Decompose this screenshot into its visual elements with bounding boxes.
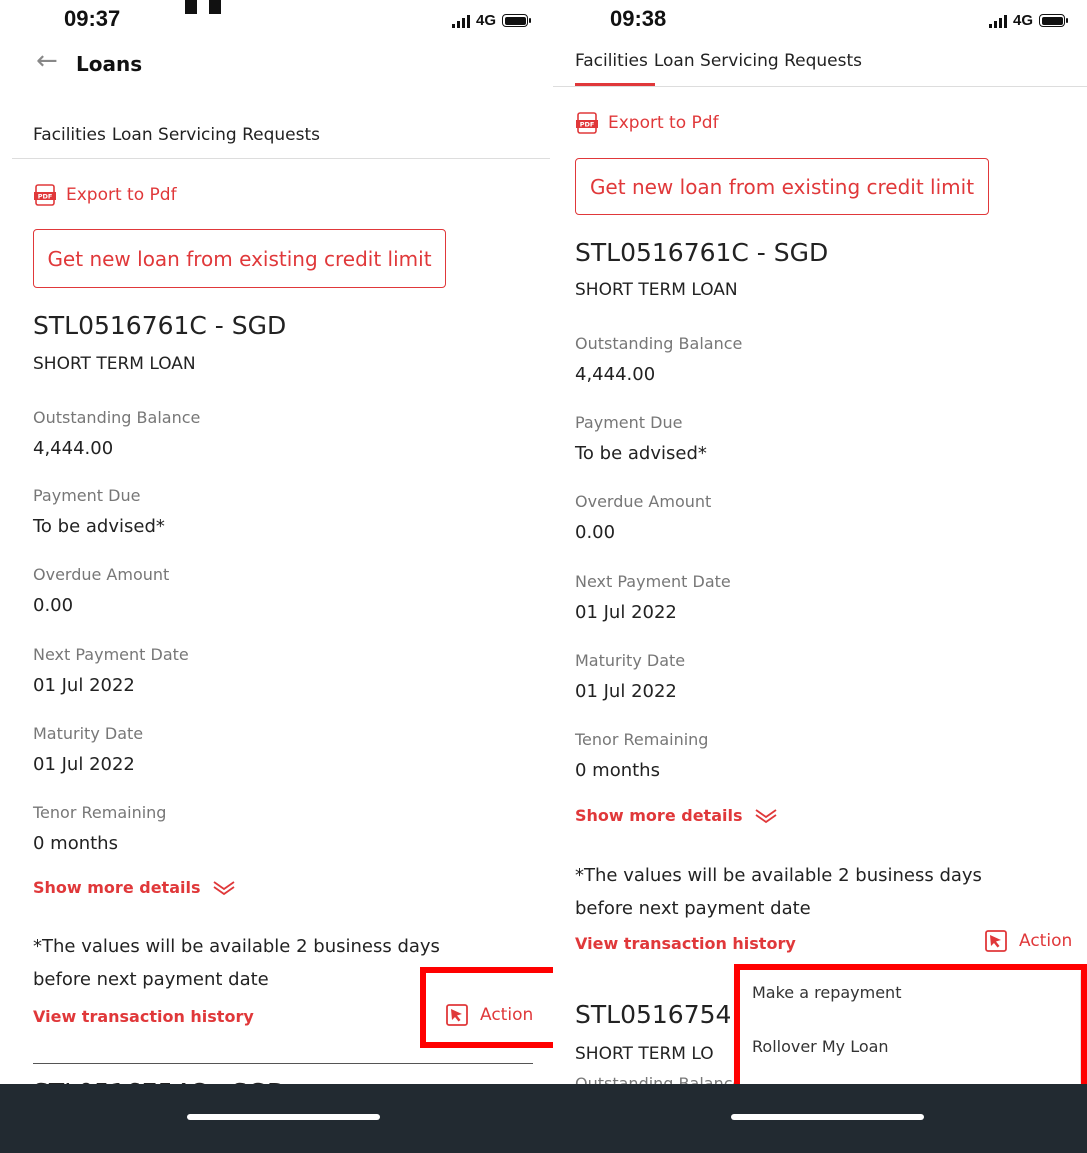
tab-bar: Facilities Loan Servicing Requests bbox=[33, 125, 326, 145]
action-highlight-box bbox=[420, 967, 553, 1048]
tab-facilities[interactable]: Facilities bbox=[33, 125, 106, 145]
field-value-overdue: 0.00 bbox=[33, 595, 74, 616]
loan-separator bbox=[33, 1063, 533, 1064]
new-loan-button[interactable]: Get new loan from existing credit limit bbox=[575, 158, 989, 215]
show-more-label: Show more details bbox=[33, 878, 201, 897]
status-notch-2 bbox=[209, 0, 221, 14]
new-loan-button[interactable]: Get new loan from existing credit limit bbox=[33, 229, 446, 288]
field-value-outstanding: 4,444.00 bbox=[575, 364, 656, 385]
signal-icon bbox=[989, 14, 1007, 28]
network-label: 4G bbox=[1013, 12, 1034, 29]
field-label-outstanding: Outstanding Balance bbox=[33, 408, 201, 427]
field-value-outstanding: 4,444.00 bbox=[33, 438, 114, 459]
availability-note-line1: *The values will be available 2 business… bbox=[575, 865, 982, 886]
show-more-toggle[interactable]: Show more details bbox=[575, 806, 778, 825]
pdf-icon: PDF bbox=[576, 112, 598, 134]
status-time: 09:37 bbox=[64, 6, 121, 31]
view-transaction-history-link[interactable]: View transaction history bbox=[575, 934, 796, 953]
loan-type: SHORT TERM LOAN bbox=[575, 280, 738, 300]
field-label-maturity: Maturity Date bbox=[575, 651, 686, 670]
field-label-payment-due: Payment Due bbox=[575, 413, 683, 432]
home-indicator-left[interactable] bbox=[187, 1114, 380, 1120]
show-more-label: Show more details bbox=[575, 806, 743, 825]
chevron-double-down-icon bbox=[755, 808, 778, 823]
availability-note-line2: before next payment date bbox=[33, 969, 269, 990]
action-cursor-icon bbox=[985, 930, 1007, 952]
next-loan-id-partial: STL0516754 bbox=[575, 1000, 732, 1029]
tab-divider bbox=[12, 158, 550, 159]
view-transaction-history-link[interactable]: View transaction history bbox=[33, 1007, 254, 1026]
status-indicators: 4G bbox=[989, 12, 1069, 29]
network-label: 4G bbox=[476, 12, 497, 29]
tab-divider bbox=[553, 86, 1087, 87]
status-time: 09:38 bbox=[610, 6, 667, 31]
svg-text:PDF: PDF bbox=[580, 121, 595, 129]
field-label-overdue: Overdue Amount bbox=[33, 565, 170, 584]
status-notch bbox=[185, 0, 197, 14]
battery-icon bbox=[1039, 14, 1069, 27]
field-label-tenor: Tenor Remaining bbox=[33, 803, 167, 822]
action-label: Action bbox=[1019, 931, 1073, 951]
field-value-tenor: 0 months bbox=[33, 833, 118, 854]
tab-loan-servicing-requests[interactable]: Loan Servicing Requests bbox=[112, 125, 320, 145]
show-more-toggle[interactable]: Show more details bbox=[33, 878, 236, 897]
field-label-overdue: Overdue Amount bbox=[575, 492, 712, 511]
field-value-tenor: 0 months bbox=[575, 760, 660, 781]
field-label-tenor: Tenor Remaining bbox=[575, 730, 709, 749]
field-value-maturity: 01 Jul 2022 bbox=[33, 754, 135, 775]
menu-highlight-box bbox=[734, 964, 1087, 1090]
left-screen: 09:37 4G ← Loans Facilities Loan Servicin… bbox=[0, 0, 553, 1153]
svg-text:PDF: PDF bbox=[38, 193, 53, 201]
field-label-payment-due: Payment Due bbox=[33, 486, 141, 505]
chevron-double-down-icon bbox=[213, 880, 236, 895]
export-pdf-link[interactable]: PDF Export to Pdf bbox=[34, 184, 177, 206]
tab-loan-servicing-requests[interactable]: Loan Servicing Requests bbox=[654, 51, 862, 71]
field-value-maturity: 01 Jul 2022 bbox=[575, 681, 677, 702]
pdf-icon: PDF bbox=[34, 184, 56, 206]
export-pdf-link[interactable]: PDF Export to Pdf bbox=[576, 112, 719, 134]
field-label-next-payment: Next Payment Date bbox=[575, 572, 731, 591]
field-label-next-payment: Next Payment Date bbox=[33, 645, 189, 664]
back-arrow-icon[interactable]: ← bbox=[36, 46, 58, 76]
home-indicator-bar bbox=[0, 1084, 1087, 1153]
field-value-next-payment: 01 Jul 2022 bbox=[575, 602, 677, 623]
loan-id: STL0516761C - SGD bbox=[33, 311, 287, 340]
signal-icon bbox=[452, 14, 470, 28]
right-screen: 09:38 4G Facilities Loan Servicing Reques… bbox=[553, 0, 1087, 1153]
field-value-next-payment: 01 Jul 2022 bbox=[33, 675, 135, 696]
home-indicator-right[interactable] bbox=[731, 1114, 924, 1120]
field-value-payment-due: To be advised* bbox=[33, 516, 165, 537]
loan-id: STL0516761C - SGD bbox=[575, 238, 829, 267]
field-label-outstanding: Outstanding Balance bbox=[575, 334, 743, 353]
tab-bar: Facilities Loan Servicing Requests bbox=[575, 51, 868, 71]
export-pdf-label: Export to Pdf bbox=[66, 185, 177, 205]
next-loan-type-partial: SHORT TERM LO bbox=[575, 1044, 714, 1064]
status-indicators: 4G bbox=[452, 12, 532, 29]
battery-icon bbox=[502, 14, 532, 27]
loan-type: SHORT TERM LOAN bbox=[33, 354, 196, 374]
page-title: Loans bbox=[76, 52, 143, 76]
availability-note-line1: *The values will be available 2 business… bbox=[33, 936, 440, 957]
field-label-maturity: Maturity Date bbox=[33, 724, 144, 743]
field-value-payment-due: To be advised* bbox=[575, 443, 707, 464]
tab-facilities[interactable]: Facilities bbox=[575, 51, 648, 71]
field-value-overdue: 0.00 bbox=[575, 522, 616, 543]
export-pdf-label: Export to Pdf bbox=[608, 113, 719, 133]
action-button[interactable]: Action bbox=[985, 930, 1072, 952]
availability-note-line2: before next payment date bbox=[575, 898, 811, 919]
